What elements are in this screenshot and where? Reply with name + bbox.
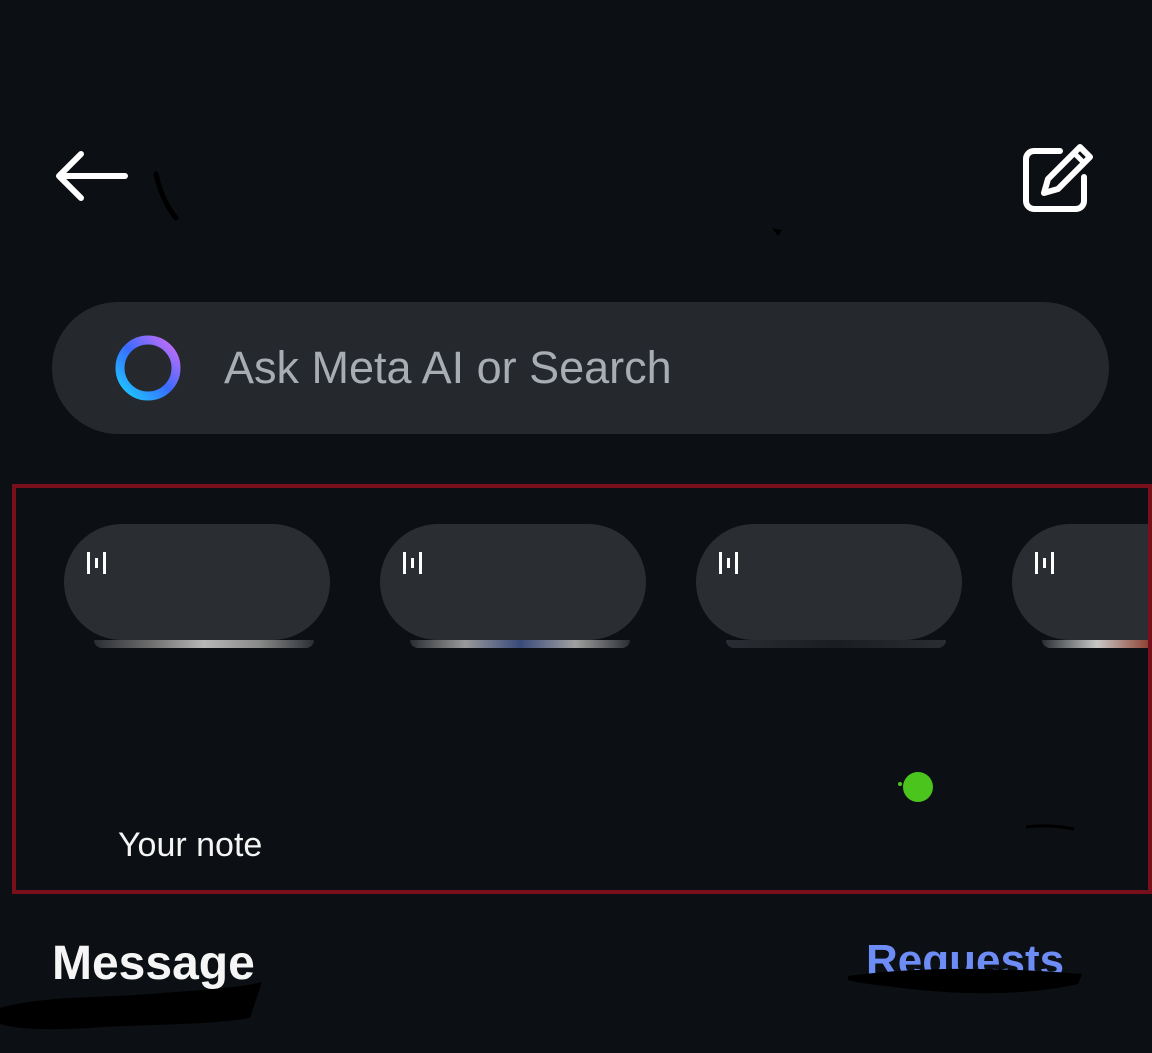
note-item[interactable]: [380, 524, 646, 664]
note-item[interactable]: [64, 524, 330, 664]
note-item[interactable]: [1012, 524, 1148, 664]
back-button[interactable]: [48, 140, 134, 212]
arrow-left-icon: [56, 151, 128, 201]
avatar: [410, 640, 630, 648]
music-wave-icon: [403, 552, 422, 574]
music-wave-icon: [719, 552, 738, 574]
edit-note-icon: [1023, 144, 1093, 212]
note-bubble: [1012, 524, 1148, 640]
new-message-button[interactable]: [1012, 138, 1104, 218]
avatar: [726, 640, 946, 648]
search-bar[interactable]: [52, 302, 1109, 434]
note-item[interactable]: [696, 524, 962, 664]
search-input[interactable]: [224, 342, 924, 394]
notes-tray: Your note: [12, 484, 1152, 894]
note-bubble: [64, 524, 330, 640]
meta-ai-ring-icon: [112, 332, 184, 404]
redaction-mark: [1025, 824, 1075, 831]
avatar: [1042, 640, 1148, 648]
redaction-mark: [153, 171, 179, 221]
note-bubble: [380, 524, 646, 640]
music-wave-icon: [87, 552, 106, 574]
redaction-mark: [0, 982, 262, 1030]
note-bubble: [696, 524, 962, 640]
redaction-mark: [772, 228, 782, 236]
online-status-dot: [898, 772, 933, 802]
your-note-label: Your note: [118, 826, 263, 864]
avatar: [94, 640, 314, 648]
redaction-mark: [848, 968, 1082, 994]
music-wave-icon: [1035, 552, 1054, 574]
